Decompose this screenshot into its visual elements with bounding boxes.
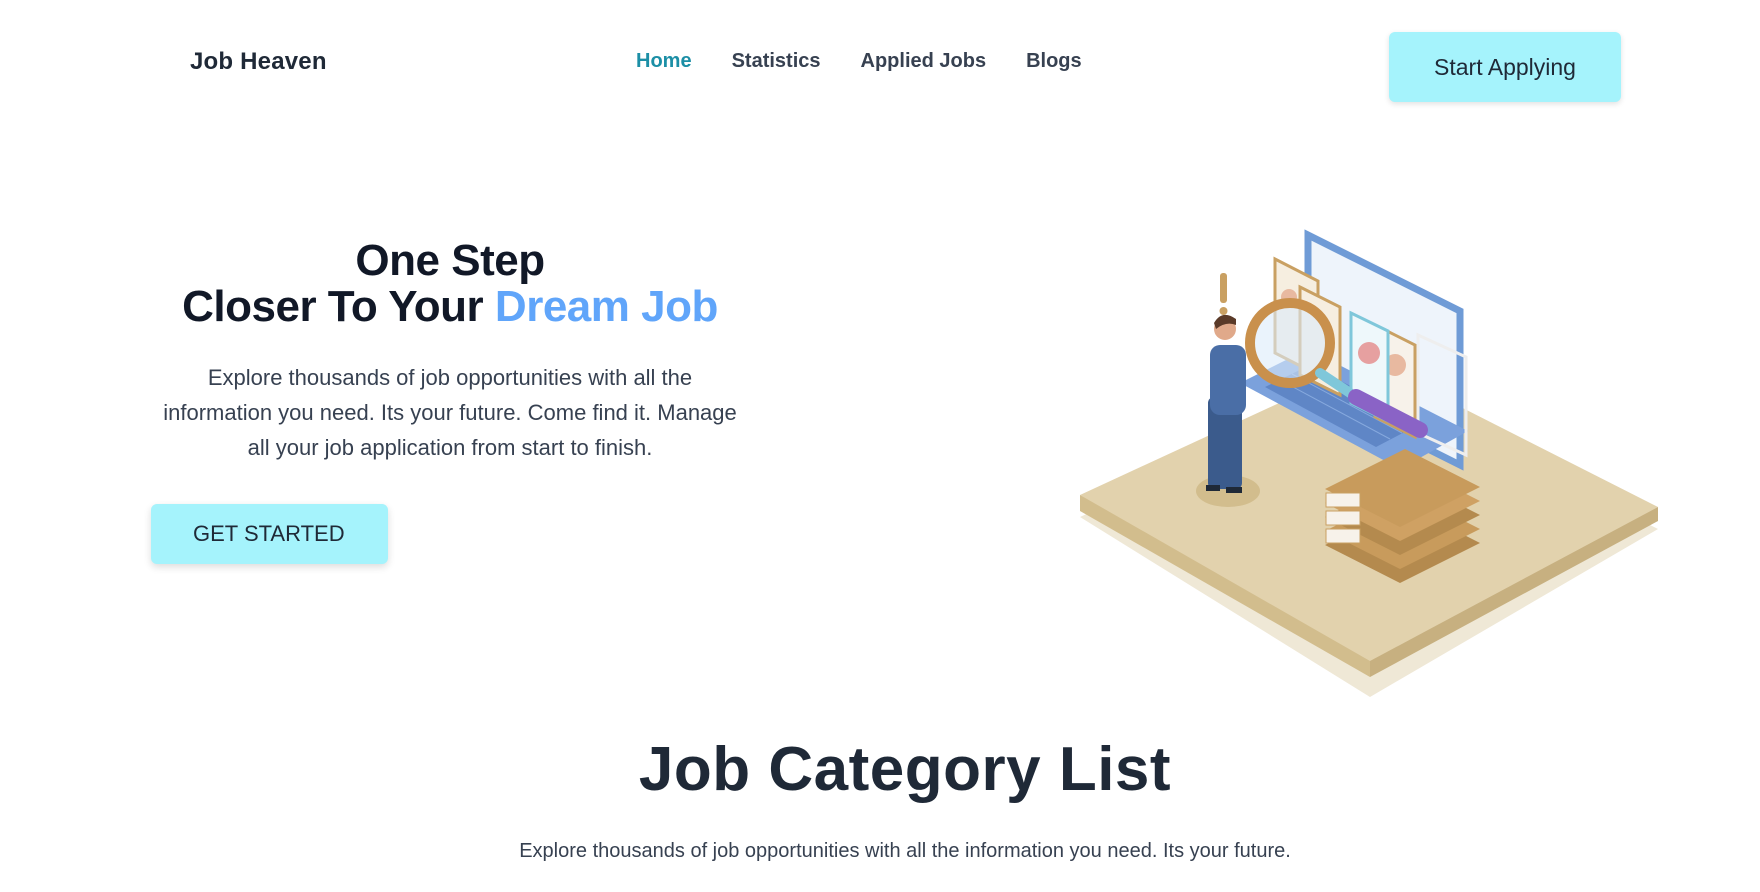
hero-title-accent: Dream Job bbox=[494, 282, 718, 331]
main-nav: Home Statistics Applied Jobs Blogs bbox=[636, 50, 1082, 73]
category-title: Job Category List bbox=[638, 735, 1172, 804]
navbar: Job Heaven Home Statistics Applied Jobs … bbox=[0, 0, 1760, 130]
hero-title-line2: Closer To Your bbox=[182, 282, 495, 331]
hero-title: One Step Closer To Your Dream Job bbox=[150, 238, 750, 330]
hero-description: Explore thousands of job opportunities w… bbox=[163, 365, 737, 460]
nav-link-applied-jobs[interactable]: Applied Jobs bbox=[861, 50, 987, 73]
get-started-button[interactable]: GET STARTED bbox=[151, 504, 388, 564]
hero-title-line1: One Step bbox=[355, 236, 545, 285]
category-description: Explore thousands of job opportunities w… bbox=[519, 840, 1291, 862]
nav-link-statistics[interactable]: Statistics bbox=[732, 50, 821, 73]
brand-logo[interactable]: Job Heaven bbox=[190, 48, 327, 76]
nav-link-home[interactable]: Home bbox=[636, 50, 692, 73]
hero-text: One Step Closer To Your Dream Job Explor… bbox=[150, 238, 750, 465]
start-applying-button[interactable]: Start Applying bbox=[1389, 32, 1621, 102]
nav-link-blogs[interactable]: Blogs bbox=[1026, 50, 1082, 73]
hero-illustration bbox=[1080, 229, 1658, 697]
